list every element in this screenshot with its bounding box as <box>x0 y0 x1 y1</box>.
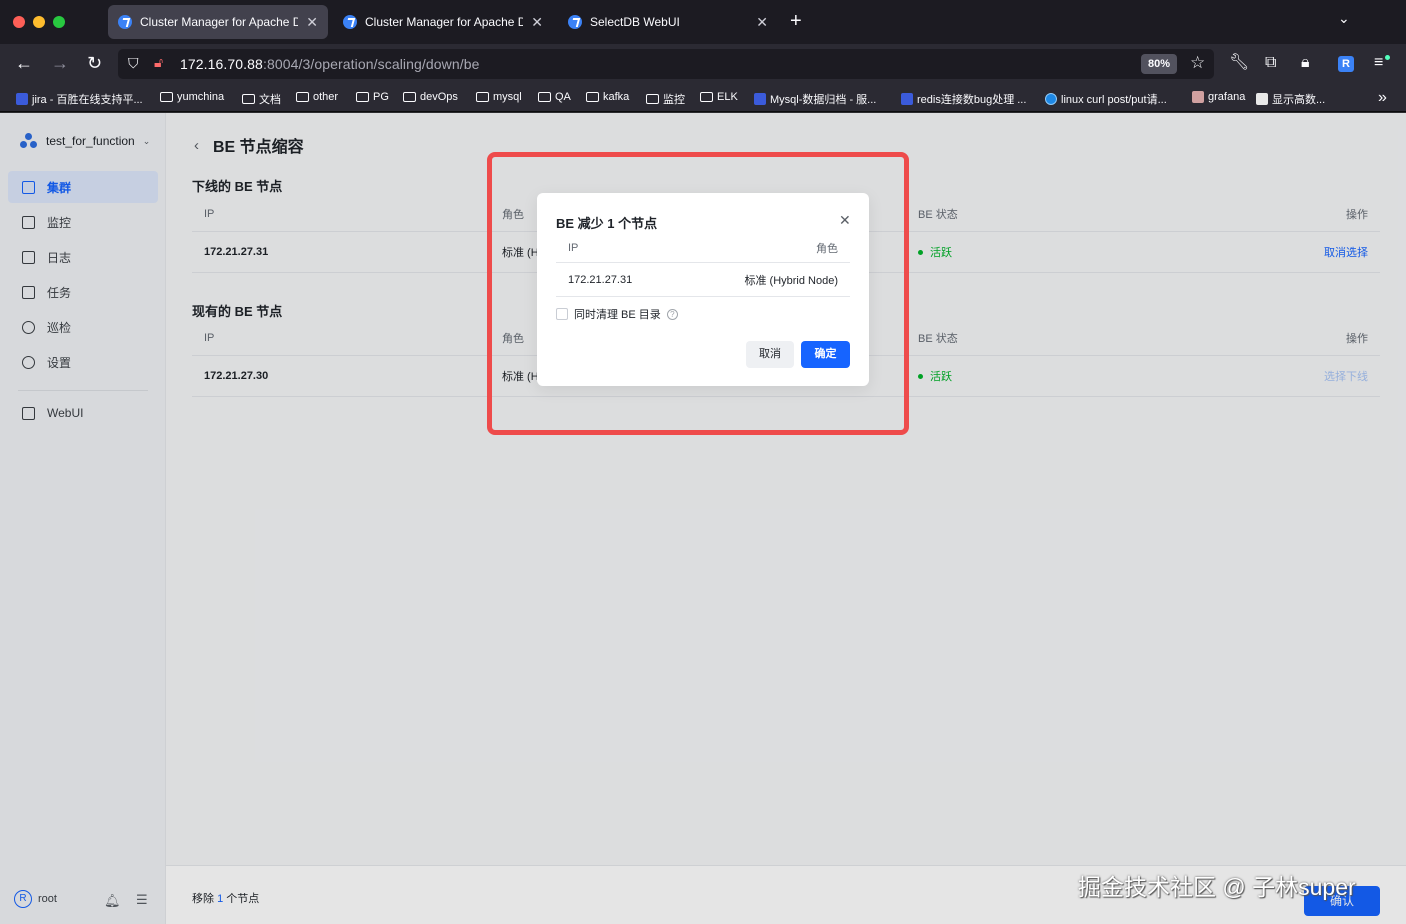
watermark: 掘金技术社区 @ 子林super <box>1078 874 1356 900</box>
grafana-favicon-icon <box>1192 91 1204 103</box>
insecure-lock-icon[interactable]: 🔓︎ <box>154 54 163 71</box>
bookmark-item[interactable]: linux curl post/put请... <box>1045 91 1167 107</box>
bookmark-folder[interactable]: 文档 <box>242 91 281 107</box>
browser-tab-1[interactable]: Cluster Manager for Apache Doris ✕ <box>108 5 328 39</box>
bookmark-folder[interactable]: ELK <box>700 91 738 103</box>
tab-close-icon[interactable]: ✕ <box>531 14 543 31</box>
confluence-favicon-icon <box>754 93 766 105</box>
forward-arrow-icon[interactable]: → <box>51 53 69 73</box>
menu-hamburger-icon[interactable]: ≡ <box>1374 54 1383 72</box>
window-close-button[interactable] <box>13 16 25 28</box>
folder-icon <box>538 92 551 102</box>
doris-favicon-icon <box>118 15 132 29</box>
folder-icon <box>646 94 659 104</box>
folder-icon <box>160 92 173 102</box>
browser-tab-3[interactable]: SelectDB WebUI ✕ <box>558 5 778 39</box>
tab-title: Cluster Manager for Apache Doris <box>140 15 299 29</box>
bookmark-item[interactable]: grafana <box>1192 91 1245 103</box>
window-zoom-button[interactable] <box>53 16 65 28</box>
folder-icon <box>356 92 369 102</box>
url-text[interactable]: 172.16.70.88:8004/3/operation/scaling/do… <box>180 56 480 72</box>
back-arrow-icon[interactable]: ← <box>15 53 33 73</box>
wrench-icon[interactable]: 🔧︎ <box>1229 54 1249 72</box>
bookmark-folder[interactable]: kafka <box>586 91 629 103</box>
chart-favicon-icon <box>1256 93 1268 105</box>
jira-favicon-icon <box>16 93 28 105</box>
tab-close-icon[interactable]: ✕ <box>756 14 768 31</box>
folder-icon <box>476 92 489 102</box>
confluence-favicon-icon <box>901 93 913 105</box>
folder-icon <box>700 92 713 102</box>
tab-title: SelectDB WebUI <box>590 15 680 29</box>
selectdb-favicon-icon <box>568 15 582 29</box>
bookmark-item[interactable]: jira - 百胜在线支持平... <box>16 91 143 107</box>
globe-icon <box>1045 93 1057 105</box>
tab-title: Cluster Manager for Apache Doris <box>365 15 524 29</box>
folder-icon <box>242 94 255 104</box>
bookmark-folder[interactable]: mysql <box>476 91 522 103</box>
bookmark-star-icon[interactable]: ☆ <box>1190 53 1205 73</box>
bookmark-folder[interactable]: devOps <box>403 91 458 103</box>
browser-tab-2[interactable]: Cluster Manager for Apache Doris ✕ <box>333 5 553 39</box>
zoom-badge[interactable]: 80% <box>1141 54 1178 74</box>
tab-close-icon[interactable]: ✕ <box>306 14 318 31</box>
bookmark-folder[interactable]: 监控 <box>646 91 685 107</box>
tab-list-chevron-icon[interactable]: ⌄ <box>1338 10 1350 27</box>
reload-icon[interactable]: ↻ <box>87 53 102 73</box>
bookmarks-bar: jira - 百胜在线支持平... yumchina 文档 other PG d… <box>0 84 1406 112</box>
bookmark-item[interactable]: redis连接数bug处理 ... <box>901 91 1026 107</box>
update-dot-icon <box>1385 55 1390 60</box>
bookmarks-overflow-icon[interactable]: » <box>1378 89 1387 107</box>
folder-icon <box>296 92 309 102</box>
bookmark-folder[interactable]: other <box>296 91 338 103</box>
browser-nav-bar: ← → ↻ ⛉ 🔓︎ 172.16.70.88:8004/3/operation… <box>0 44 1406 84</box>
bookmark-item[interactable]: 显示高数... <box>1256 91 1325 107</box>
extensions-icon[interactable]: ⧉ <box>1265 54 1276 72</box>
bookmark-folder[interactable]: yumchina <box>160 91 224 103</box>
new-tab-button[interactable]: + <box>790 10 802 32</box>
address-bar[interactable]: ⛉ 🔓︎ 172.16.70.88:8004/3/operation/scali… <box>118 49 1214 79</box>
folder-icon <box>586 92 599 102</box>
lock-icon[interactable]: 🔒︎ <box>1301 54 1310 72</box>
folder-icon <box>403 92 416 102</box>
bookmark-folder[interactable]: QA <box>538 91 571 103</box>
annotation-highlight-box <box>487 152 909 435</box>
extension-r-icon[interactable]: R <box>1338 56 1354 72</box>
browser-tab-bar: Cluster Manager for Apache Doris ✕ Clust… <box>0 0 1406 44</box>
shield-icon[interactable]: ⛉ <box>128 55 139 72</box>
doris-favicon-icon <box>343 15 357 29</box>
window-minimize-button[interactable] <box>33 16 45 28</box>
bookmark-item[interactable]: Mysql-数据归档 - 服... <box>754 91 876 107</box>
bookmark-folder[interactable]: PG <box>356 91 389 103</box>
